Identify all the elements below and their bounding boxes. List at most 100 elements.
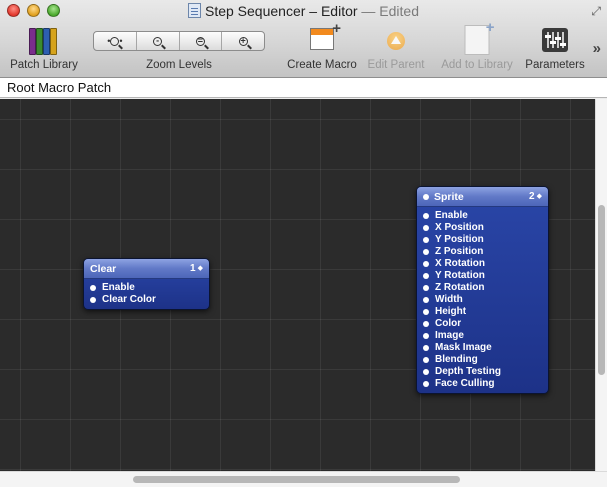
patch-library-label: Patch Library — [10, 59, 78, 71]
input-port[interactable]: Depth Testing — [417, 366, 548, 378]
input-port[interactable]: X Position — [417, 222, 548, 234]
clear-patch-title: Clear — [90, 262, 117, 275]
horizontal-scrollbar[interactable] — [0, 471, 607, 487]
input-port[interactable]: Color — [417, 318, 548, 330]
edit-parent-icon — [387, 32, 405, 50]
clear-patch-count: 1 — [190, 262, 196, 274]
port-dot-icon[interactable] — [423, 309, 429, 315]
sliders-icon — [542, 28, 568, 52]
port-dot-icon[interactable] — [423, 285, 429, 291]
horizontal-scroll-thumb[interactable] — [133, 476, 460, 483]
input-port[interactable]: Enable — [417, 210, 548, 222]
input-port[interactable]: Face Culling — [417, 378, 548, 390]
edit-parent-button[interactable]: Edit Parent — [363, 22, 429, 74]
port-label: Color — [435, 318, 462, 329]
sprite-patch-count: 2 — [529, 190, 535, 202]
count-stepper-icon[interactable]: ◆ — [198, 265, 203, 272]
editor-window: Step Sequencer – Editor — Edited ⤢ Patch… — [0, 0, 607, 487]
input-port[interactable]: Width — [417, 294, 548, 306]
port-dot-icon[interactable] — [423, 333, 429, 339]
count-stepper-icon[interactable]: ◆ — [537, 193, 542, 200]
parameters-label: Parameters — [525, 59, 585, 71]
input-port[interactable]: Z Rotation — [417, 282, 548, 294]
port-dot-icon[interactable] — [423, 261, 429, 267]
input-port[interactable]: X Rotation — [417, 258, 548, 270]
window-title-area: Step Sequencer – Editor — Edited — [0, 2, 607, 20]
port-label: Width — [435, 294, 463, 305]
port-dot-icon[interactable] — [423, 249, 429, 255]
port-dot-icon[interactable] — [423, 213, 429, 219]
header-port-dot-icon[interactable] — [423, 193, 429, 200]
sprite-patch[interactable]: Sprite 2 ◆ Enable X Position Y Position Z… — [416, 186, 549, 394]
port-dot-icon[interactable] — [423, 237, 429, 243]
input-port[interactable]: Y Rotation — [417, 270, 548, 282]
edited-status: — Edited — [357, 3, 420, 19]
toolbar: Step Sequencer – Editor — Edited ⤢ Patch… — [0, 0, 607, 78]
port-dot-icon[interactable] — [423, 381, 429, 387]
clear-patch-header[interactable]: Clear 1 ◆ — [84, 259, 209, 279]
port-dot-icon[interactable] — [423, 321, 429, 327]
input-port[interactable]: Height — [417, 306, 548, 318]
port-label: Z Position — [435, 246, 484, 257]
input-port[interactable]: Blending — [417, 354, 548, 366]
input-port[interactable]: Enable — [84, 282, 209, 294]
zoom-actual-icon: = — [195, 35, 205, 46]
window-title: Step Sequencer – Editor — [204, 3, 358, 19]
zoom-actual-size-button[interactable]: = — [180, 32, 223, 50]
path-label: Root Macro Patch — [7, 80, 112, 95]
port-label: Enable — [102, 282, 135, 293]
toolbar-overflow-icon[interactable]: » — [593, 40, 601, 57]
fullscreen-icon[interactable]: ⤢ — [591, 4, 601, 19]
port-dot-icon[interactable] — [423, 369, 429, 375]
patch-library-button[interactable]: Patch Library — [4, 22, 84, 74]
port-label: Clear Color — [102, 294, 156, 305]
vertical-scrollbar[interactable] — [595, 99, 607, 471]
port-label: Height — [435, 306, 467, 317]
port-dot-icon[interactable] — [423, 345, 429, 351]
patch-path-bar[interactable]: Root Macro Patch — [0, 78, 607, 98]
port-label: Y Rotation — [435, 270, 485, 281]
input-port[interactable]: Clear Color — [84, 294, 209, 306]
parameters-button[interactable]: Parameters — [522, 22, 588, 74]
zoom-to-fit-button[interactable]: • • — [94, 32, 137, 50]
zoom-out-icon: - — [153, 36, 163, 46]
port-label: X Rotation — [435, 258, 485, 269]
clear-patch[interactable]: Clear 1 ◆ Enable Clear Color — [83, 258, 210, 310]
input-port[interactable]: Image — [417, 330, 548, 342]
clear-port-list: Enable Clear Color — [84, 279, 209, 309]
port-label: Face Culling — [435, 378, 495, 389]
port-label: Z Rotation — [435, 282, 485, 293]
add-to-library-icon: + — [464, 20, 495, 55]
document-icon[interactable] — [187, 3, 201, 18]
zoom-in-icon: + — [238, 35, 248, 46]
port-dot-icon[interactable] — [90, 285, 96, 291]
sprite-patch-title: Sprite — [434, 190, 464, 203]
create-macro-label: Create Macro — [287, 59, 357, 71]
port-label: X Position — [435, 222, 484, 233]
zoom-fit-icon — [110, 36, 120, 46]
input-port[interactable]: Mask Image — [417, 342, 548, 354]
input-port[interactable]: Y Position — [417, 234, 548, 246]
create-macro-button[interactable]: + Create Macro — [284, 21, 360, 74]
port-label: Depth Testing — [435, 366, 501, 377]
port-label: Image — [435, 330, 464, 341]
create-macro-icon: + — [310, 21, 341, 50]
port-label: Y Position — [435, 234, 484, 245]
port-dot-icon[interactable] — [423, 297, 429, 303]
port-dot-icon[interactable] — [423, 357, 429, 363]
zoom-in-button[interactable]: + — [222, 32, 264, 50]
zoom-out-button[interactable]: - — [137, 32, 180, 50]
vertical-scroll-thumb[interactable] — [598, 205, 605, 375]
zoom-levels-control: • • - = + — [93, 31, 265, 51]
sprite-patch-header[interactable]: Sprite 2 ◆ — [417, 187, 548, 207]
port-label: Enable — [435, 210, 468, 221]
port-dot-icon[interactable] — [90, 297, 96, 303]
port-label: Blending — [435, 354, 478, 365]
port-dot-icon[interactable] — [423, 273, 429, 279]
add-to-library-button[interactable]: + Add to Library — [436, 20, 518, 74]
input-port[interactable]: Z Position — [417, 246, 548, 258]
edit-parent-label: Edit Parent — [367, 59, 425, 71]
port-dot-icon[interactable] — [423, 225, 429, 231]
patch-canvas[interactable]: Clear 1 ◆ Enable Clear Color Sprite 2 ◆ En… — [0, 99, 595, 471]
add-to-library-label: Add to Library — [441, 59, 513, 71]
